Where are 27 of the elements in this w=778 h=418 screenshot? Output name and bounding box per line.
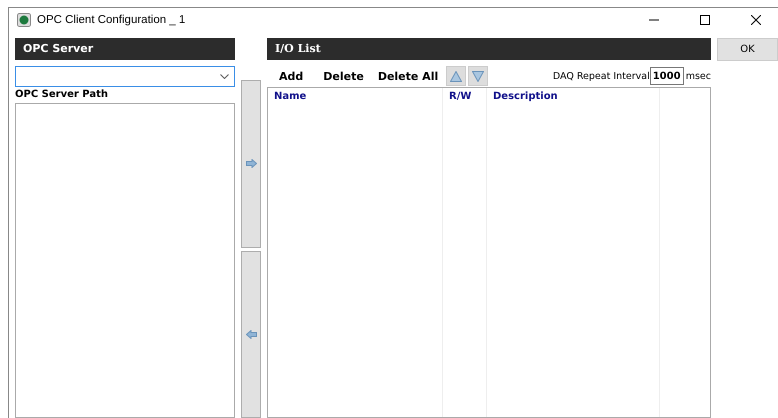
arrow-right-icon xyxy=(246,159,256,168)
path-label: OPC Server Path xyxy=(15,89,109,102)
triangle-up-icon xyxy=(450,70,462,82)
move-down-button[interactable] xyxy=(468,66,488,86)
column-header: R/W xyxy=(449,91,472,102)
move-up-button[interactable] xyxy=(446,66,466,86)
interval-label: DAQ Repeat Interval xyxy=(552,70,650,82)
panel-header: OPC Server xyxy=(15,38,235,60)
toolbar-button[interactable]: Delete All xyxy=(372,70,444,82)
panel-header: I/O List xyxy=(267,38,711,60)
add-to-list-button[interactable] xyxy=(241,80,261,248)
column-header: Name xyxy=(274,91,306,102)
unit-label: msec xyxy=(686,70,711,82)
close-icon[interactable] xyxy=(751,15,761,25)
remove-from-list-button[interactable] xyxy=(241,250,261,418)
column-header: Description xyxy=(493,91,558,102)
toolbar-button[interactable]: Delete xyxy=(317,70,370,82)
ok-button[interactable]: OK xyxy=(717,38,778,61)
triangle-down-icon xyxy=(472,70,484,82)
maximize-icon[interactable] xyxy=(700,15,710,25)
arrow-left-icon xyxy=(246,330,256,339)
toolbar-button[interactable]: Add xyxy=(267,70,316,82)
window-title: OPC Client Configuration _ 1 xyxy=(37,14,186,26)
chevron-down-icon xyxy=(220,74,229,79)
app-icon xyxy=(17,13,31,27)
server-dropdown[interactable] xyxy=(15,66,235,87)
interval-field[interactable]: 1000 xyxy=(650,67,684,85)
